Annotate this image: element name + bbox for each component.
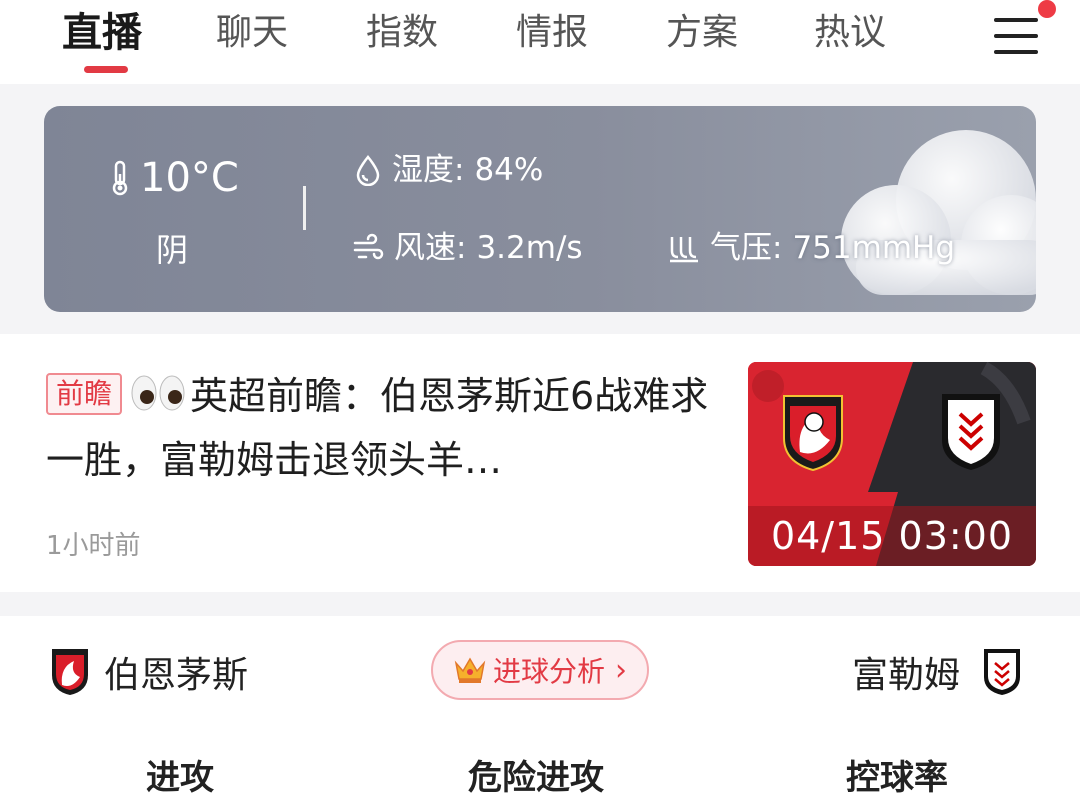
weather-divider xyxy=(303,186,306,230)
news-timestamp: 1小时前 xyxy=(46,531,141,561)
tab-live[interactable]: 直播 xyxy=(62,8,142,58)
tab-index[interactable]: 指数 xyxy=(366,8,438,58)
tab-chat[interactable]: 聊天 xyxy=(216,8,288,58)
stat-dangerous-attack-label: 危险进攻 xyxy=(468,758,604,798)
preview-tag: 前瞻 xyxy=(46,373,123,415)
pressure-value: 751mmHg xyxy=(792,230,956,266)
temperature-value: 10°C xyxy=(140,155,239,201)
temperature-display: 10°C xyxy=(108,152,239,204)
tab-intel[interactable]: 情报 xyxy=(516,8,588,58)
humidity-item: 湿度: 84% xyxy=(354,148,543,192)
goal-analysis-button[interactable]: 进球分析 › xyxy=(431,640,649,700)
thermometer-icon xyxy=(112,160,128,196)
bournemouth-badge-icon xyxy=(52,649,88,695)
tab-discussion[interactable]: 热议 xyxy=(814,8,886,58)
wind-icon xyxy=(353,233,384,260)
water-drop-icon xyxy=(356,155,380,186)
notification-dot xyxy=(1038,0,1056,18)
wind-item: 风速: 3.2m/s xyxy=(352,226,583,270)
top-tab-bar: 直播 聊天 指数 情报 方案 热议 xyxy=(0,0,1080,84)
pressure-icon xyxy=(670,237,698,263)
eyes-emoji-icon xyxy=(131,375,185,411)
humidity-label: 湿度: xyxy=(392,152,465,188)
hamburger-menu-icon[interactable] xyxy=(990,10,1044,56)
cloud-icon xyxy=(841,130,1036,295)
match-section: 伯恩茅斯 进球分析 › 富勒姆 进攻 危险进攻 控球率 xyxy=(0,616,1080,810)
wind-label: 风速: xyxy=(394,230,467,266)
humidity-value: 84% xyxy=(474,152,544,188)
weather-card: 10°C 阴 湿度: 84% 风速: 3.2m/s 气压: 751mmHg xyxy=(44,106,1036,312)
home-team[interactable]: 伯恩茅斯 xyxy=(50,646,248,698)
away-team[interactable]: 富勒姆 xyxy=(852,646,1022,698)
tab-plans[interactable]: 方案 xyxy=(666,8,738,58)
fulham-badge-icon xyxy=(984,649,1021,695)
news-card[interactable]: 前瞻 英超前瞻：伯恩茅斯近6战难求一胜，富勒姆击退领头羊… 1小时前 04/15… xyxy=(0,334,1080,592)
chevron-right-icon: › xyxy=(615,652,627,688)
bournemouth-crest-icon xyxy=(783,395,843,472)
pressure-item: 气压: 751mmHg xyxy=(668,226,955,270)
fulham-crest-icon xyxy=(942,394,1000,470)
pressure-label: 气压: xyxy=(710,230,783,266)
stat-possession-label: 控球率 xyxy=(846,758,948,798)
match-datetime: 04/15 03:00 xyxy=(748,506,1036,566)
crown-icon xyxy=(454,657,486,683)
home-team-name: 伯恩茅斯 xyxy=(104,655,249,696)
match-thumbnail[interactable]: 04/15 03:00 xyxy=(748,362,1036,566)
goal-analysis-label: 进球分析 xyxy=(492,655,605,688)
weather-condition: 阴 xyxy=(156,231,189,269)
news-headline[interactable]: 前瞻 英超前瞻：伯恩茅斯近6战难求一胜，富勒姆击退领头羊… xyxy=(46,364,716,492)
active-tab-indicator xyxy=(84,66,128,73)
away-team-name: 富勒姆 xyxy=(852,655,961,696)
stat-attack-label: 进攻 xyxy=(146,758,214,798)
wind-value: 3.2m/s xyxy=(476,230,583,266)
